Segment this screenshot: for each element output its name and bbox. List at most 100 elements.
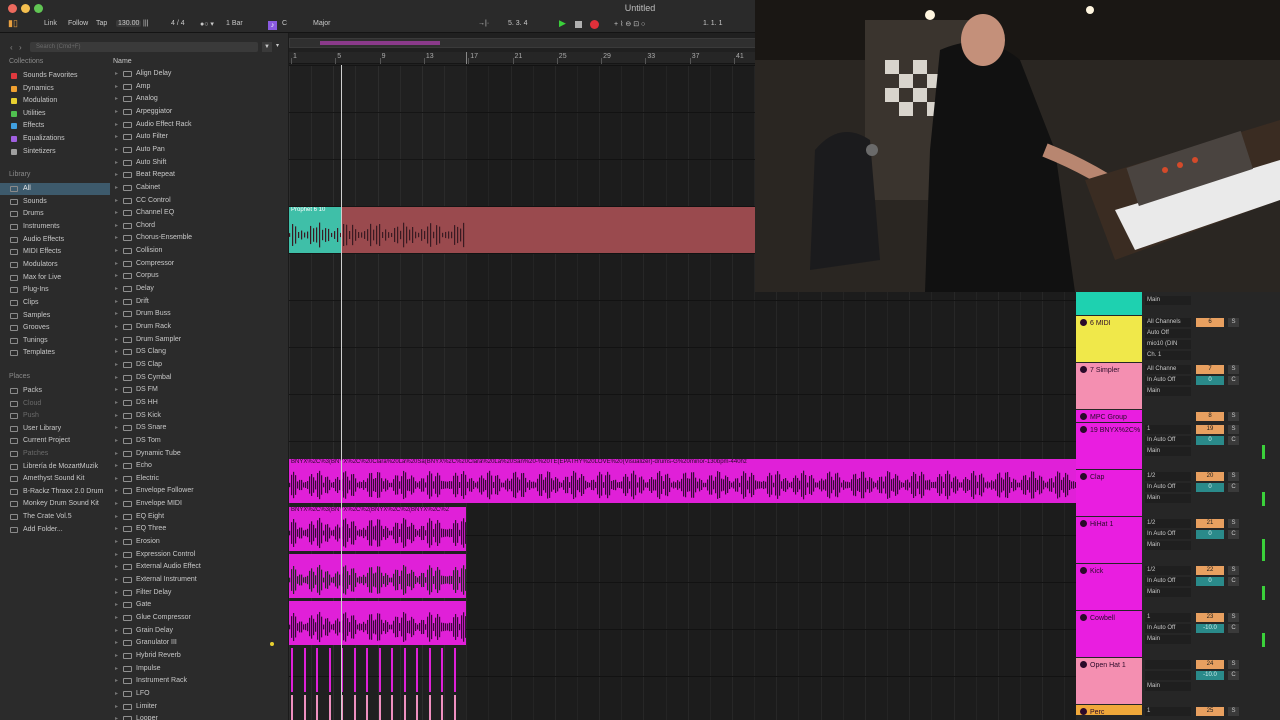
track-title[interactable]: 19 BNYX%2C% [1080,426,1140,434]
list-item[interactable]: ▸ Drum Buss [111,308,281,320]
io-routing-field[interactable]: In Auto Off [1145,376,1191,385]
overdub-icon[interactable]: + ⌇ ⊖ ⊡ ○ [614,20,645,28]
expand-arrow-icon[interactable]: ▸ [115,68,118,80]
track-title[interactable]: 7 Simpler [1080,366,1120,374]
pan-field[interactable]: C [1228,436,1239,445]
list-item[interactable]: ▸ Erosion [111,536,281,548]
list-item[interactable]: ▸ External Audio Effect [111,561,281,573]
io-routing-field[interactable]: 1/2 [1145,519,1191,528]
places-item[interactable]: Packs [0,385,110,397]
fold-track-icon[interactable] [1080,413,1087,420]
browser-toggle-icon[interactable]: ▮▯ [8,18,18,29]
pan-field[interactable]: C [1228,483,1239,492]
forward-arrow-icon[interactable]: › [19,43,22,52]
expand-arrow-icon[interactable]: ▸ [115,232,118,244]
track-title[interactable]: Open Hat 1 [1080,661,1126,669]
track-title[interactable]: HiHat 1 [1080,520,1113,528]
track-number-button[interactable]: 7 [1196,365,1224,374]
expand-arrow-icon[interactable]: ▸ [115,523,118,535]
expand-arrow-icon[interactable]: ▸ [115,346,118,358]
list-item[interactable]: ▸ Corpus [111,270,281,282]
io-routing-field[interactable]: Main [1145,447,1191,456]
follow-button[interactable]: Follow [68,20,88,27]
expand-arrow-icon[interactable]: ▸ [115,713,118,720]
name-column-header[interactable]: Name [113,58,132,65]
list-item[interactable]: ▸ Gate [111,599,281,611]
track-header[interactable]: HiHat 1 [1076,517,1142,563]
list-item[interactable]: ▸ DS Clap [111,359,281,371]
expand-arrow-icon[interactable]: ▸ [115,448,118,460]
track-header[interactable]: Cowbell [1076,611,1142,657]
places-item[interactable]: Patches [0,448,110,460]
list-item[interactable]: ▸ Drift [111,296,281,308]
track-title[interactable]: Kick [1080,567,1103,575]
volume-field[interactable]: 0 [1196,577,1224,586]
volume-field[interactable]: -10.0 [1196,671,1224,680]
expand-arrow-icon[interactable]: ▸ [115,574,118,586]
collection-item[interactable]: Sintetizers [0,146,110,158]
track-number-button[interactable]: 23 [1196,613,1224,622]
library-item-sounds[interactable]: Sounds [0,196,110,208]
track-header[interactable]: Kick [1076,564,1142,610]
list-item[interactable]: ▸ EQ Eight [111,511,281,523]
io-routing-field[interactable]: Auto Off [1145,329,1191,338]
expand-arrow-icon[interactable]: ▸ [115,473,118,485]
volume-field[interactable]: 0 [1196,376,1224,385]
expand-arrow-icon[interactable]: ▸ [115,296,118,308]
list-item[interactable]: ▸ Glue Compressor [111,612,281,624]
expand-arrow-icon[interactable]: ▸ [115,460,118,472]
list-item[interactable]: ▸ Auto Pan [111,144,281,156]
track-title[interactable]: MPC Group [1080,413,1127,421]
list-item[interactable]: ▸ DS HH [111,397,281,409]
arrangement-loop-icon[interactable]: →|· [478,20,489,27]
expand-arrow-icon[interactable]: ▸ [115,587,118,599]
solo-button[interactable]: S [1228,412,1239,421]
list-item[interactable]: ▸ Drum Sampler [111,334,281,346]
expand-arrow-icon[interactable]: ▸ [115,663,118,675]
track-number-button[interactable]: 22 [1196,566,1224,575]
link-button[interactable]: Link [44,20,57,27]
solo-button[interactable]: S [1228,318,1239,327]
io-routing-field[interactable]: Main [1145,541,1191,550]
expand-arrow-icon[interactable]: ▸ [115,106,118,118]
expand-arrow-icon[interactable]: ▸ [115,169,118,181]
list-item[interactable]: ▸ LFO [111,688,281,700]
expand-arrow-icon[interactable]: ▸ [115,93,118,105]
expand-arrow-icon[interactable]: ▸ [115,207,118,219]
play-icon[interactable]: ▶ [559,18,566,29]
pan-field[interactable]: C [1228,671,1239,680]
io-routing-field[interactable]: In Auto Off [1145,436,1191,445]
expand-arrow-icon[interactable]: ▸ [115,612,118,624]
places-item[interactable]: Librería de MozartMuzik [0,461,110,473]
expand-arrow-icon[interactable]: ▸ [115,384,118,396]
list-item[interactable]: ▸ Echo [111,460,281,472]
key-select[interactable]: C [282,20,287,27]
io-routing-field[interactable]: Main [1145,635,1191,644]
drum-audio-clip[interactable] [289,554,466,598]
fold-track-icon[interactable] [1080,567,1087,574]
expand-arrow-icon[interactable]: ▸ [115,549,118,561]
io-routing-field[interactable]: In Auto Off [1145,483,1191,492]
scale-mode-icon[interactable]: ♪ [268,21,277,30]
fold-track-icon[interactable] [1080,708,1087,715]
library-item-grooves[interactable]: Grooves [0,322,110,334]
track-title[interactable]: Clap [1080,473,1104,481]
list-item[interactable]: ▸ DS Clang [111,346,281,358]
list-item[interactable]: ▸ Electric [111,473,281,485]
places-item[interactable]: Add Folder... [0,524,110,536]
playhead[interactable] [341,65,342,720]
pan-field[interactable]: C [1228,376,1239,385]
volume-field[interactable]: 0 [1196,436,1224,445]
expand-arrow-icon[interactable]: ▸ [115,650,118,662]
expand-arrow-icon[interactable]: ▸ [115,561,118,573]
library-item-drums[interactable]: Drums [0,208,110,220]
track-number-button[interactable]: 8 [1196,412,1224,421]
places-item[interactable]: Amethyst Sound Kit [0,473,110,485]
search-options-icon[interactable]: ▾ [276,42,279,49]
track-number-button[interactable]: 19 [1196,425,1224,434]
io-routing-field[interactable]: In Auto Off [1145,530,1191,539]
expand-arrow-icon[interactable]: ▸ [115,688,118,700]
track-header[interactable]: Clap [1076,470,1142,516]
list-item[interactable]: ▸ Instrument Rack [111,675,281,687]
solo-button[interactable]: S [1228,660,1239,669]
